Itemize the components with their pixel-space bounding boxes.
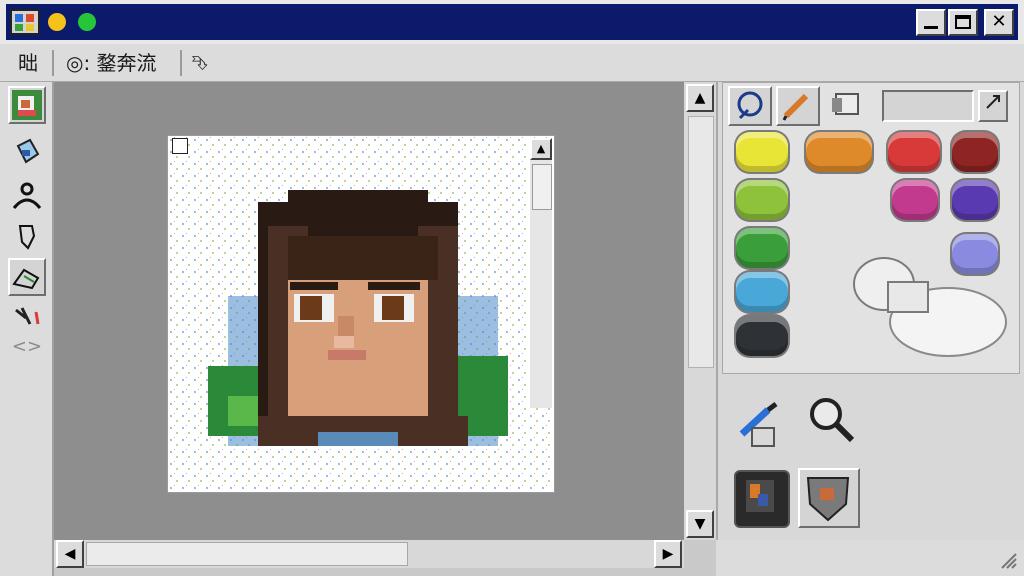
canvas-scroll-up-button[interactable]: ▲ bbox=[530, 138, 552, 160]
left-toolbar: <> bbox=[0, 82, 54, 576]
magnifier-tool[interactable] bbox=[804, 394, 860, 450]
tool-dropper[interactable] bbox=[8, 304, 46, 330]
user-select-icon bbox=[12, 182, 42, 209]
scroll-left-button[interactable]: ◀ bbox=[56, 540, 84, 568]
tool-user-select[interactable] bbox=[8, 178, 46, 216]
hand-icon bbox=[18, 225, 36, 250]
layers-tab-icon bbox=[832, 93, 859, 115]
title-bar: ✕ bbox=[0, 0, 1024, 44]
close-button[interactable]: ✕ bbox=[984, 9, 1014, 36]
magnifier-icon bbox=[810, 398, 855, 443]
layer-thumbnail-button[interactable] bbox=[734, 470, 790, 528]
tool-hand[interactable] bbox=[8, 218, 46, 256]
scroll-right-icon: ▶ bbox=[662, 546, 674, 562]
tab-pencil[interactable] bbox=[776, 86, 820, 126]
fill-bucket-icon bbox=[16, 138, 40, 164]
tool-code[interactable]: <> bbox=[8, 334, 46, 360]
horizontal-scrollbar[interactable]: ◀ ▶ bbox=[54, 540, 684, 568]
swatch-yellow[interactable] bbox=[736, 132, 788, 172]
pixel-portrait-image bbox=[168, 136, 554, 492]
swatch-violet[interactable] bbox=[952, 180, 998, 220]
scroll-down-button[interactable]: ▼ bbox=[686, 510, 714, 538]
swatch-dark-red[interactable] bbox=[952, 132, 998, 172]
vertical-scroll-thumb[interactable] bbox=[688, 116, 714, 368]
menu-divider bbox=[180, 50, 182, 76]
drawing-canvas[interactable]: ▲ bbox=[168, 136, 554, 492]
dropper-icon bbox=[15, 307, 40, 325]
swatch-orange[interactable] bbox=[806, 132, 872, 172]
tool-portrait-thumbnail[interactable] bbox=[8, 86, 46, 124]
scroll-right-button[interactable]: ▶ bbox=[654, 540, 682, 568]
eyedropper-tool[interactable] bbox=[732, 394, 788, 450]
shield-button[interactable] bbox=[798, 468, 860, 528]
scroll-left-icon: ◀ bbox=[64, 546, 76, 562]
minimize-icon bbox=[924, 26, 938, 29]
swatch-yellow-green[interactable] bbox=[736, 180, 788, 220]
scroll-up-button[interactable]: ▲ bbox=[686, 84, 714, 112]
panel-search-field[interactable] bbox=[882, 90, 974, 122]
menu-item-0[interactable]: 昢 bbox=[18, 50, 38, 76]
tool-fill-bucket[interactable] bbox=[8, 134, 46, 172]
menu-divider bbox=[52, 50, 54, 76]
status-bar bbox=[716, 540, 1024, 576]
eyedropper-icon bbox=[739, 402, 778, 447]
panel-collapse-button[interactable] bbox=[978, 90, 1008, 122]
swatch-charcoal[interactable] bbox=[736, 316, 788, 356]
menu-item-2[interactable]: ⮷ bbox=[192, 50, 208, 76]
resize-grip-icon[interactable] bbox=[998, 550, 1018, 570]
maximize-button[interactable] bbox=[948, 9, 978, 36]
pencil-tab-icon bbox=[782, 93, 809, 121]
collapse-arrows-icon bbox=[986, 95, 1000, 109]
scroll-down-icon: ▼ bbox=[694, 516, 706, 532]
canvas-corner-icon[interactable] bbox=[172, 138, 188, 154]
spray-icon bbox=[12, 268, 40, 290]
title-bar-strip bbox=[6, 4, 1018, 40]
portrait-thumbnail-icon bbox=[12, 90, 42, 120]
menu-bar: 昢 ◎: 鍪奔流 ⮷ bbox=[0, 44, 1024, 82]
menu-item-1[interactable]: ◎: 鍪奔流 bbox=[66, 50, 157, 76]
vertical-scrollbar[interactable]: ▲ ▼ bbox=[684, 82, 716, 540]
code-brackets-icon: <> bbox=[11, 336, 43, 357]
minimize-button[interactable] bbox=[916, 9, 946, 36]
swatch-sky-blue[interactable] bbox=[736, 272, 788, 312]
tab-layers[interactable] bbox=[826, 86, 870, 126]
canvas-inner-scrollbar[interactable]: ▲ bbox=[530, 138, 552, 408]
tool-spray[interactable] bbox=[8, 258, 46, 296]
scroll-up-icon: ▲ bbox=[536, 142, 546, 155]
right-panel bbox=[716, 82, 1024, 576]
traffic-light-yellow[interactable] bbox=[48, 13, 66, 31]
maximize-icon bbox=[955, 15, 971, 29]
close-icon: ✕ bbox=[991, 11, 1007, 32]
canvas-scroll-thumb[interactable] bbox=[532, 164, 552, 210]
shield-icon bbox=[806, 477, 850, 522]
tab-color-picker[interactable] bbox=[728, 86, 772, 126]
layer-thumbnail-icon bbox=[746, 480, 774, 512]
app-icon bbox=[10, 9, 40, 35]
swatch-green[interactable] bbox=[736, 228, 788, 268]
color-picker-tab-icon bbox=[737, 91, 763, 120]
pointer-hand-icon bbox=[853, 257, 1007, 357]
horizontal-scroll-thumb[interactable] bbox=[86, 542, 408, 566]
swatch-red[interactable] bbox=[888, 132, 940, 172]
traffic-light-green[interactable] bbox=[78, 13, 96, 31]
swatch-magenta[interactable] bbox=[892, 180, 938, 220]
scroll-up-icon: ▲ bbox=[694, 90, 706, 106]
